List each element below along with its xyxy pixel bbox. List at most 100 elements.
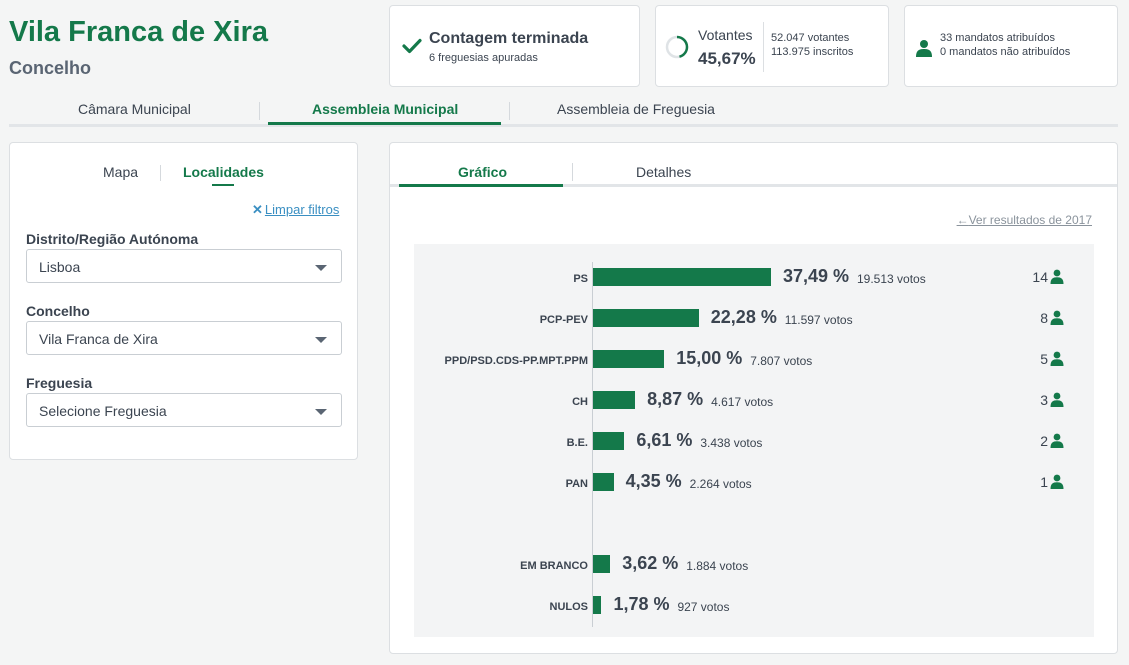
seats-count: 3 (1040, 392, 1048, 408)
voters-card: Votantes 45,67% 52.047 votantes 113.975 … (655, 5, 889, 87)
page-subtitle: Concelho (9, 58, 92, 78)
voters-label: Votantes (698, 27, 753, 43)
chart-row: B.E. 6,61 % 3.438 votos 2 (414, 430, 1094, 452)
parish-label: Freguesia (26, 375, 93, 391)
chevron-down-icon (315, 409, 327, 415)
parish-select[interactable]: Selecione Freguesia (26, 393, 342, 427)
tab-detalhes[interactable]: Detalhes (636, 164, 691, 180)
seats-count: 14 (1032, 269, 1048, 285)
person-icon (1050, 310, 1064, 325)
district-label: Distrito/Região Autónoma (26, 231, 199, 247)
chevron-down-icon (315, 337, 327, 343)
results-panel: Gráfico Detalhes ←Ver resultados de 2017… (389, 142, 1118, 654)
turnout-percent: 45,67% (698, 49, 756, 68)
tab-assembleia-municipal[interactable]: Assembleia Municipal (312, 101, 458, 117)
results-chart: PS 37,49 % 19.513 votos 14 PCP-PEV 22,28 % 11.… (414, 244, 1094, 637)
county-select[interactable]: Vila Franca de Xira (26, 321, 342, 355)
votes-label: 2.264 votos (689, 477, 752, 491)
results-tabs: Gráfico Detalhes (390, 143, 1117, 187)
clear-filters-link[interactable]: ✕ Limpar filtros (252, 202, 339, 218)
county-value: Vila Franca de Xira (39, 331, 158, 347)
percent-label: 6,61 % (636, 430, 693, 450)
district-value: Lisboa (39, 259, 81, 275)
county-label: Concelho (26, 303, 90, 319)
chart-row: PAN 4,35 % 2.264 votos 1 (414, 471, 1094, 493)
person-icon (1050, 269, 1064, 284)
result-bar (593, 309, 699, 327)
district-select[interactable]: Lisboa (26, 249, 342, 283)
chart-row: EM BRANCO 3,62 % 1.884 votos (414, 553, 1094, 575)
result-bar (593, 432, 625, 450)
seats-count: 2 (1040, 433, 1048, 449)
percent-label: 22,28 % (710, 307, 777, 327)
seats-card: 33 mandatos atribuídos 0 mandatos não at… (904, 5, 1118, 87)
divider (572, 163, 573, 181)
arrow-left-icon: ← (956, 213, 969, 227)
tab-mapa[interactable]: Mapa (103, 164, 138, 180)
party-label: PCP-PEV (539, 314, 588, 326)
votes-label: 927 votos (677, 600, 730, 614)
votes-label: 7.807 votos (750, 354, 813, 368)
active-tab-indicator (268, 122, 501, 125)
divider (259, 102, 260, 120)
count-status-detail: 6 freguesias apuradas (429, 52, 538, 64)
previous-results-link[interactable]: ←Ver resultados de 2017 (957, 213, 1092, 227)
result-bar (593, 555, 611, 573)
percent-label: 37,49 % (783, 266, 850, 286)
chevron-down-icon (315, 265, 327, 271)
percent-label: 15,00 % (676, 348, 743, 368)
active-tab-indicator (212, 184, 234, 186)
party-label: PAN (565, 478, 588, 490)
parish-value: Selecione Freguesia (39, 403, 167, 419)
registered-count: 113.975 inscritos (771, 46, 854, 58)
person-icon (1050, 433, 1064, 448)
percent-label: 4,35 % (625, 471, 682, 491)
party-label: EM BRANCO (520, 560, 588, 572)
party-label: NULOS (549, 601, 589, 613)
count-status-title: Contagem terminada (429, 30, 589, 47)
seats-unassigned: 0 mandatos não atribuídos (940, 46, 1071, 58)
party-label: PPD/PSD.CDS-PP.MPT.PPM (444, 355, 588, 367)
votes-label: 11.597 votos (784, 313, 853, 327)
votes-label: 4.617 votos (711, 395, 774, 409)
chart-row: PCP-PEV 22,28 % 11.597 votos 8 (414, 307, 1094, 329)
divider (763, 22, 764, 72)
chart-row: CH 8,87 % 4.617 votos 3 (414, 389, 1094, 411)
voters-count: 52.047 votantes (771, 32, 850, 44)
clear-filters-label: Limpar filtros (264, 202, 340, 217)
election-tabs: Câmara Municipal Assembleia Municipal As… (9, 97, 1118, 127)
seats-count: 8 (1040, 310, 1048, 326)
count-status-card: Contagem terminada 6 freguesias apuradas (389, 5, 640, 87)
person-icon (1050, 474, 1064, 489)
active-tab-indicator (399, 184, 563, 187)
tab-assembleia-freguesia[interactable]: Assembleia de Freguesia (557, 101, 715, 117)
previous-results-label: Ver resultados de 2017 (968, 213, 1092, 227)
tab-camara-municipal[interactable]: Câmara Municipal (78, 101, 191, 117)
party-label: B.E. (566, 437, 588, 449)
person-icon (1050, 392, 1064, 407)
result-bar (593, 391, 636, 409)
votes-label: 19.513 votos (857, 272, 926, 286)
chart-row: PPD/PSD.CDS-PP.MPT.PPM 15,00 % 7.807 votos… (414, 348, 1094, 370)
result-bar (593, 350, 665, 368)
tab-localidades[interactable]: Localidades (183, 164, 264, 180)
result-bar (593, 596, 602, 614)
result-bar (593, 473, 614, 491)
divider (160, 165, 161, 181)
chart-row: PS 37,49 % 19.513 votos 14 (414, 266, 1094, 288)
percent-label: 8,87 % (647, 389, 704, 409)
tab-grafico[interactable]: Gráfico (458, 164, 507, 180)
chart-row: NULOS 1,78 % 927 votos (414, 594, 1094, 616)
votes-label: 3.438 votos (700, 436, 763, 450)
seats-count: 1 (1040, 474, 1048, 490)
result-bar (593, 268, 771, 286)
close-icon: ✕ (252, 202, 263, 217)
page-title: Vila Franca de Xira (9, 16, 268, 48)
percent-label: 3,62 % (622, 553, 679, 573)
person-icon (916, 40, 932, 57)
party-label: CH (572, 396, 588, 408)
check-icon (402, 38, 422, 54)
percent-label: 1,78 % (613, 594, 670, 614)
turnout-ring-icon (665, 35, 689, 59)
votes-label: 1.884 votos (686, 559, 749, 573)
